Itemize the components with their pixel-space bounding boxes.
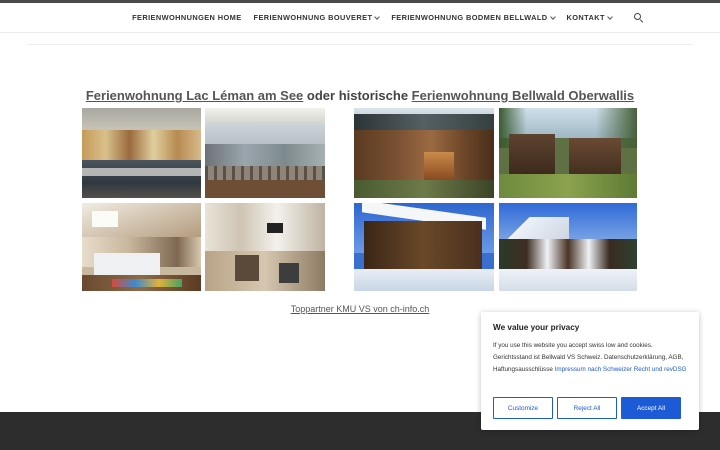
living-room-photo[interactable]	[205, 203, 325, 291]
nav-item-label: FERIENWOHNUNGEN HOME	[132, 13, 242, 22]
page-headline: Ferienwohnung Lac Léman am See oder hist…	[0, 88, 720, 103]
cookie-text: If you use this website you accept swiss…	[493, 340, 687, 376]
cookie-buttons: Customize Reject All Accept All	[493, 397, 681, 419]
nav-item-label: KONTAKT	[566, 13, 605, 22]
accept-all-button[interactable]: Accept All	[621, 397, 681, 419]
impressum-link[interactable]: Impressum nach Schweizer Recht und revDS…	[555, 366, 687, 373]
link-bellwald[interactable]: Ferienwohnung Bellwald Oberwallis	[412, 88, 634, 103]
old-barns-photo[interactable]	[499, 108, 637, 198]
headline-connector: oder historische	[303, 88, 412, 103]
header-divider	[28, 44, 692, 45]
nav-item-kontakt[interactable]: KONTAKT	[561, 13, 618, 22]
link-lac-leman[interactable]: Ferienwohnung Lac Léman am See	[86, 88, 303, 103]
attic-bedroom-photo[interactable]	[82, 203, 201, 291]
chevron-down-icon	[607, 13, 613, 20]
reject-all-button[interactable]: Reject All	[557, 397, 617, 419]
customize-button[interactable]: Customize	[493, 397, 553, 419]
marina-balcony-photo[interactable]	[205, 108, 325, 198]
main-navigation: FERIENWOHNUNGEN HOME FERIENWOHNUNG BOUVE…	[0, 3, 720, 33]
chevron-down-icon	[374, 13, 381, 20]
nav-item-label: FERIENWOHNUNG BOUVERET	[253, 13, 373, 22]
nav-item-bouveret[interactable]: FERIENWOHNUNG BOUVERET	[248, 13, 386, 22]
cookie-consent-dialog: We value your privacy If you use this we…	[481, 312, 699, 430]
chalet-snow-photo[interactable]	[354, 203, 494, 291]
wooden-chalet-summer-photo[interactable]	[354, 108, 494, 198]
cookie-title: We value your privacy	[493, 323, 580, 332]
nav-menu: FERIENWOHNUNGEN HOME FERIENWOHNUNG BOUVE…	[126, 12, 644, 23]
search-icon[interactable]	[633, 12, 644, 23]
nav-item-bodmen-bellwald[interactable]: FERIENWOHNUNG BODMEN BELLWALD	[385, 13, 560, 22]
chevron-down-icon	[549, 13, 556, 20]
nav-item-home[interactable]: FERIENWOHNUNGEN HOME	[126, 13, 247, 22]
partner-link[interactable]: Toppartner KMU VS von ch-info.ch	[291, 304, 430, 314]
harbor-houses-photo[interactable]	[82, 108, 201, 198]
snowy-village-photo[interactable]	[499, 203, 637, 291]
nav-item-label: FERIENWOHNUNG BODMEN BELLWALD	[391, 13, 548, 22]
